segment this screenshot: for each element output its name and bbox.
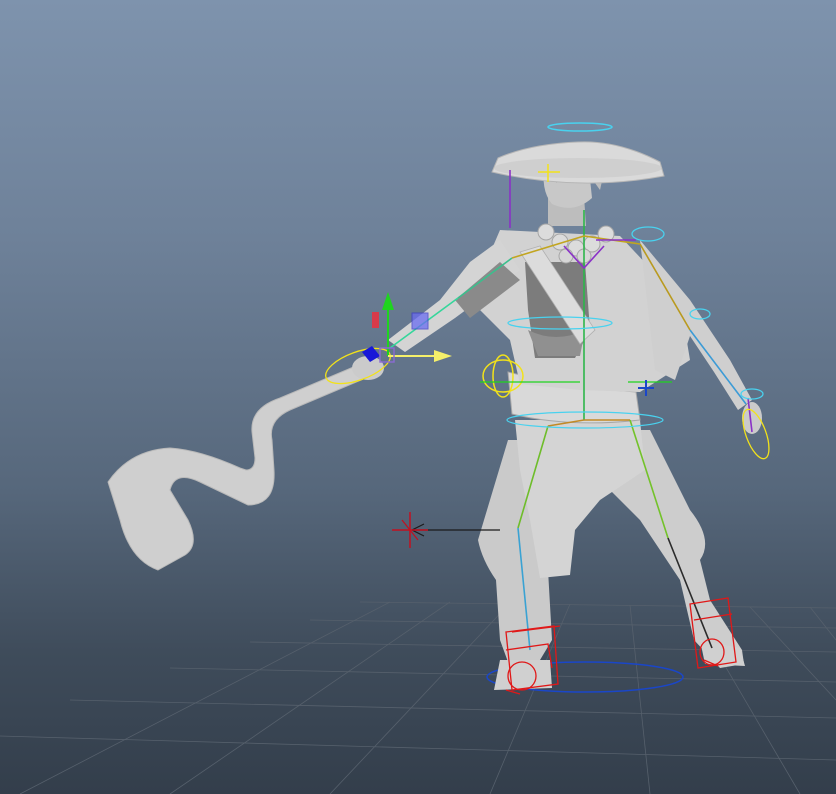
shoulder-r-control [631, 226, 665, 242]
right-arm [640, 240, 752, 410]
character-mesh[interactable] [107, 141, 762, 690]
scene-canvas[interactable] [0, 0, 836, 794]
hand-r-control [742, 408, 770, 460]
staff [107, 359, 381, 571]
maya-viewport[interactable] [0, 0, 836, 794]
head-control-ring [547, 122, 613, 132]
